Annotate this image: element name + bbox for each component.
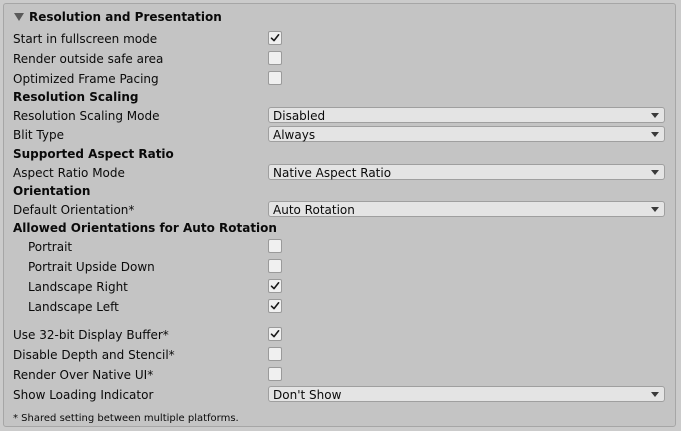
scaling-mode-dropdown[interactable]: Disabled — [268, 107, 665, 123]
section-header[interactable]: Resolution and Presentation — [0, 7, 681, 25]
landscape-right-checkbox[interactable] — [268, 279, 282, 293]
portrait-label: Portrait — [28, 240, 73, 254]
portrait-upside-down-label: Portrait Upside Down — [28, 260, 155, 274]
orientation-header: Orientation — [13, 184, 91, 198]
landscape-right-row: Landscape Right — [0, 278, 681, 296]
native-ui-label: Render Over Native UI* — [13, 368, 154, 382]
resolution-scaling-header: Resolution Scaling — [13, 90, 139, 104]
foldout-triangle-icon[interactable] — [14, 13, 24, 21]
default-orientation-value: Auto Rotation — [273, 203, 355, 217]
frame-pacing-checkbox[interactable] — [268, 71, 282, 85]
portrait-upside-down-checkbox[interactable] — [268, 259, 282, 273]
scaling-mode-row: Resolution Scaling Mode Disabled — [0, 107, 681, 125]
frame-pacing-row: Optimized Frame Pacing — [0, 70, 681, 88]
aspect-ratio-mode-label: Aspect Ratio Mode — [13, 166, 125, 180]
section-title: Resolution and Presentation — [29, 10, 222, 24]
aspect-ratio-mode-value: Native Aspect Ratio — [273, 166, 392, 180]
safe-area-label: Render outside safe area — [13, 52, 164, 66]
fullscreen-row: Start in fullscreen mode — [0, 30, 681, 48]
portrait-checkbox[interactable] — [268, 239, 282, 253]
aspect-ratio-mode-row: Aspect Ratio Mode Native Aspect Ratio — [0, 164, 681, 182]
default-orientation-row: Default Orientation* Auto Rotation — [0, 201, 681, 219]
orientation-header-row: Orientation — [0, 182, 681, 200]
checkmark-icon — [270, 282, 280, 290]
landscape-left-label: Landscape Left — [28, 300, 119, 314]
aspect-ratio-mode-dropdown[interactable]: Native Aspect Ratio — [268, 164, 665, 180]
default-orientation-dropdown[interactable]: Auto Rotation — [268, 201, 665, 217]
depth-stencil-checkbox[interactable] — [268, 347, 282, 361]
fullscreen-checkbox[interactable] — [268, 31, 282, 45]
native-ui-checkbox[interactable] — [268, 367, 282, 381]
display-buffer-label: Use 32-bit Display Buffer* — [13, 328, 169, 342]
chevron-down-icon — [651, 113, 659, 118]
display-buffer-row: Use 32-bit Display Buffer* — [0, 326, 681, 344]
blit-type-value: Always — [273, 128, 316, 142]
chevron-down-icon — [651, 392, 659, 397]
chevron-down-icon — [651, 207, 659, 212]
landscape-left-row: Landscape Left — [0, 298, 681, 316]
loading-indicator-dropdown[interactable]: Don't Show — [268, 386, 665, 402]
frame-pacing-label: Optimized Frame Pacing — [13, 72, 159, 86]
depth-stencil-row: Disable Depth and Stencil* — [0, 346, 681, 364]
allowed-orientations-header-row: Allowed Orientations for Auto Rotation — [0, 219, 681, 237]
default-orientation-label: Default Orientation* — [13, 203, 135, 217]
loading-indicator-row: Show Loading Indicator Don't Show — [0, 386, 681, 404]
landscape-left-checkbox[interactable] — [268, 299, 282, 313]
checkmark-icon — [270, 330, 280, 338]
blit-type-dropdown[interactable]: Always — [268, 126, 665, 142]
loading-indicator-label: Show Loading Indicator — [13, 388, 154, 402]
fullscreen-label: Start in fullscreen mode — [13, 32, 158, 46]
portrait-row: Portrait — [0, 238, 681, 256]
allowed-orientations-header: Allowed Orientations for Auto Rotation — [13, 221, 277, 235]
chevron-down-icon — [651, 170, 659, 175]
blit-type-label: Blit Type — [13, 128, 64, 142]
chevron-down-icon — [651, 132, 659, 137]
resolution-scaling-header-row: Resolution Scaling — [0, 88, 681, 106]
safe-area-checkbox[interactable] — [268, 51, 282, 65]
aspect-ratio-header: Supported Aspect Ratio — [13, 147, 174, 161]
safe-area-row: Render outside safe area — [0, 50, 681, 68]
loading-indicator-value: Don't Show — [273, 388, 342, 402]
footnote: * Shared setting between multiple platfo… — [13, 413, 239, 424]
aspect-ratio-header-row: Supported Aspect Ratio — [0, 145, 681, 163]
blit-type-row: Blit Type Always — [0, 126, 681, 144]
native-ui-row: Render Over Native UI* — [0, 366, 681, 384]
checkmark-icon — [270, 302, 280, 310]
landscape-right-label: Landscape Right — [28, 280, 128, 294]
portrait-upside-down-row: Portrait Upside Down — [0, 258, 681, 276]
depth-stencil-label: Disable Depth and Stencil* — [13, 348, 175, 362]
scaling-mode-value: Disabled — [273, 109, 326, 123]
display-buffer-checkbox[interactable] — [268, 327, 282, 341]
checkmark-icon — [270, 34, 280, 42]
scaling-mode-label: Resolution Scaling Mode — [13, 109, 160, 123]
